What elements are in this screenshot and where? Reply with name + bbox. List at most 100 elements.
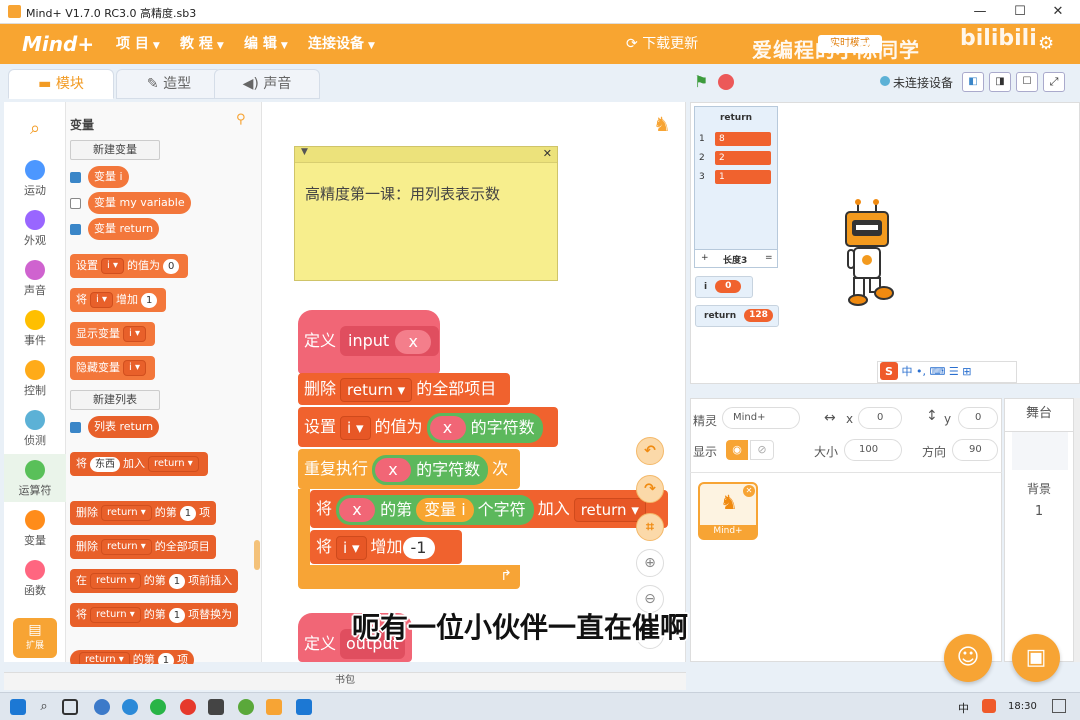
y-input[interactable]: 0 <box>958 407 998 429</box>
param-x[interactable]: x <box>395 329 432 354</box>
variable-return-block[interactable]: 变量 return <box>88 218 160 240</box>
var-i-checkbox[interactable] <box>70 172 81 183</box>
variable-dropdown[interactable]: i ▾ <box>123 360 146 376</box>
change-variable-block[interactable]: 将i ▾ 增加 1 <box>70 288 167 312</box>
add-sprite-button[interactable]: ☺ <box>944 634 992 682</box>
app-icon[interactable] <box>94 699 110 715</box>
list-return-checkbox[interactable] <box>70 422 81 433</box>
replace-item-block[interactable]: 将 return ▾ 的第 1 项替换为 <box>70 603 239 627</box>
sprite-name-input[interactable]: Mind+ <box>722 407 800 429</box>
category-operators[interactable]: 运算符 <box>4 454 66 502</box>
list-add-button[interactable]: + <box>701 253 709 263</box>
category-looks[interactable]: 外观 <box>4 210 66 248</box>
value-input[interactable]: 1 <box>168 573 186 589</box>
value-input[interactable]: 1 <box>179 505 197 521</box>
app-icon[interactable] <box>238 699 254 715</box>
variable-dropdown[interactable]: i ▾ <box>101 258 124 274</box>
variable-i-block[interactable]: 变量 i <box>88 166 129 188</box>
list-resize-handle[interactable]: = <box>765 253 773 263</box>
variable-myvariable-block[interactable]: 变量 my variable <box>88 192 191 214</box>
size-input[interactable]: 100 <box>844 439 902 461</box>
download-update-button[interactable]: ⟳ 下载更新 <box>626 34 698 54</box>
param-x[interactable]: x <box>339 498 376 522</box>
list-dropdown[interactable]: return ▾ <box>148 456 199 472</box>
value-input[interactable]: 0 <box>162 258 180 274</box>
value-input[interactable]: 1 <box>140 292 158 308</box>
change-i-block[interactable]: 将i ▾ 增加 -1 <box>310 530 462 564</box>
notification-icon[interactable] <box>1052 699 1066 713</box>
category-events[interactable]: 事件 <box>4 310 66 348</box>
extensions-button[interactable]: ▤ 扩展 <box>13 618 57 658</box>
chrome-icon[interactable] <box>180 699 196 715</box>
fullscreen-icon[interactable]: ⤢ <box>1043 72 1065 92</box>
value-input[interactable]: 1 <box>168 607 186 623</box>
maximize-button[interactable]: ☐ <box>1000 2 1040 22</box>
length-of-reporter[interactable]: x 的字符数 <box>372 454 489 485</box>
delete-all-items-block[interactable]: 删除 return ▾ 的全部项目 <box>298 373 510 405</box>
category-sound[interactable]: 声音 <box>4 260 66 298</box>
delete-item-block[interactable]: 删除 return ▾ 的第 1 项 <box>70 501 217 525</box>
new-variable-button[interactable]: 新建变量 <box>70 140 160 160</box>
sprite-thumbnail[interactable]: ♞ ✕ Mind+ <box>698 482 758 540</box>
list-dropdown[interactable]: return ▾ <box>101 505 152 521</box>
list-dropdown[interactable]: return ▾ <box>90 607 141 623</box>
ime-indicator[interactable]: 中 <box>958 700 969 716</box>
x-input[interactable]: 0 <box>858 407 902 429</box>
search-icon[interactable]: ⌕ <box>4 118 66 139</box>
stop-icon[interactable] <box>718 74 734 90</box>
palette-scrollbar[interactable] <box>254 540 260 570</box>
list-dropdown[interactable]: return ▾ <box>79 652 130 664</box>
edge-icon[interactable] <box>122 699 138 715</box>
value-input[interactable]: 东西 <box>90 456 120 472</box>
var-return-checkbox[interactable] <box>70 224 81 235</box>
set-variable-block[interactable]: 设置 i ▾ 的值为 0 <box>70 254 189 278</box>
app-icon[interactable] <box>296 699 312 715</box>
add-to-list-block[interactable]: 将东西 加入 return ▾ <box>70 452 208 476</box>
zoom-in-icon[interactable]: ⊕ <box>636 549 664 577</box>
backpack-bar[interactable]: 书包 <box>4 672 686 690</box>
value-input[interactable]: -1 <box>402 536 435 559</box>
variable-dropdown[interactable]: i ▾ <box>340 415 371 440</box>
eye-off-icon[interactable]: ⊘ <box>750 440 774 460</box>
set-i-block[interactable]: 设置 i ▾ 的值为 x 的字符数 <box>298 407 558 447</box>
search-icon[interactable]: ⌕ <box>36 699 52 715</box>
minimize-button[interactable]: — <box>960 2 1000 22</box>
app-icon[interactable] <box>208 699 224 715</box>
menu-connect-device[interactable]: 连接设备 ▼ <box>308 34 375 56</box>
stage-thumbnail[interactable] <box>1012 432 1068 470</box>
category-sensing[interactable]: 侦测 <box>4 410 66 448</box>
category-functions[interactable]: 函数 <box>4 560 66 598</box>
insert-item-block[interactable]: 在 return ▾ 的第 1 项前插入 <box>70 569 239 593</box>
close-button[interactable]: ✕ <box>1038 2 1078 22</box>
robot-sprite[interactable] <box>836 198 900 308</box>
small-stage-icon[interactable]: ◧ <box>962 72 984 92</box>
windows-start-icon[interactable] <box>10 699 26 715</box>
var-myvariable-checkbox[interactable] <box>70 198 81 209</box>
variable-i-reporter[interactable]: 变量 i <box>416 498 474 522</box>
value-input[interactable]: 1 <box>157 652 175 664</box>
mindplus-taskbar-icon[interactable] <box>266 699 282 715</box>
letter-of-reporter[interactable]: x 的第 变量 i 个字符 <box>336 494 534 525</box>
delete-all-block[interactable]: 删除 return ▾ 的全部项目 <box>70 535 216 559</box>
sogou-tray-icon[interactable] <box>982 699 996 713</box>
normal-stage-icon[interactable]: ◨ <box>989 72 1011 92</box>
length-of-reporter[interactable]: x 的字符数 <box>426 412 543 443</box>
item-of-list-block[interactable]: return ▾ 的第 1 项 <box>70 650 195 664</box>
eye-icon[interactable]: ◉ <box>726 440 748 460</box>
tab-costumes[interactable]: ✎ 造型 <box>116 69 222 99</box>
large-stage-icon[interactable]: ☐ <box>1016 72 1038 92</box>
hide-variable-block[interactable]: 隐藏变量 i ▾ <box>70 356 155 380</box>
pin-icon[interactable]: ⚲ <box>236 112 246 127</box>
list-dropdown[interactable]: return ▾ <box>340 377 413 402</box>
define-input-block[interactable]: 定义 input x <box>298 310 440 374</box>
add-backdrop-button[interactable]: ▣ <box>1012 634 1060 682</box>
cleanup-icon[interactable]: ⌗ <box>636 513 664 541</box>
collapse-icon[interactable]: ▼ <box>301 147 308 157</box>
category-motion[interactable]: 运动 <box>4 160 66 198</box>
show-variable-block[interactable]: 显示变量 i ▾ <box>70 322 155 346</box>
variable-dropdown[interactable]: i ▾ <box>336 535 367 560</box>
ime-toolbar[interactable]: S 中 •, ⌨ ☰ ⊞ <box>877 361 1017 383</box>
add-char-to-list-block[interactable]: 将x 的第 变量 i 个字符 加入 return ▾ <box>310 490 668 528</box>
menu-edit[interactable]: 编 辑 ▼ <box>244 34 288 56</box>
delete-sprite-icon[interactable]: ✕ <box>743 485 755 497</box>
